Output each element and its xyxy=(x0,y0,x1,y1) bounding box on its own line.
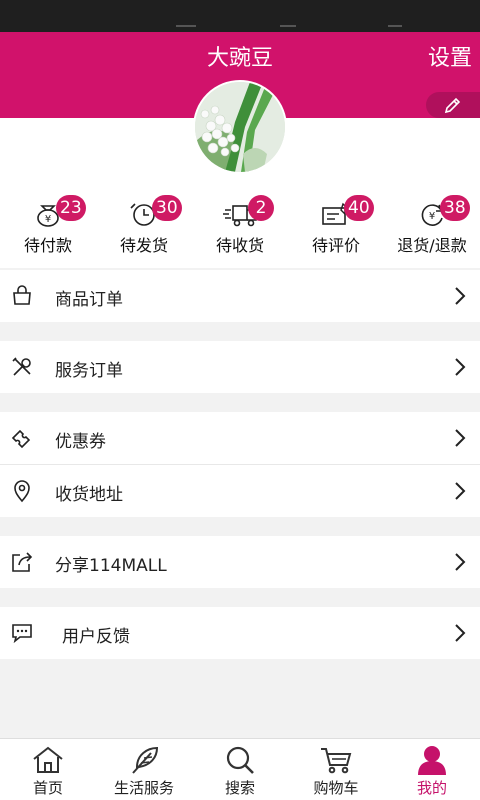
refund-label: 退货/退款 xyxy=(397,236,467,255)
order-status-bar: ¥ 23 待付款 30 待发货 2 待收货 40 待评价 ¥ 38 退货/退款 xyxy=(0,190,480,260)
pending-review-label: 待评价 xyxy=(311,236,360,255)
avatar[interactable] xyxy=(193,80,287,174)
avatar-image xyxy=(195,82,285,172)
pending-review-count: 40 xyxy=(344,195,374,221)
pending-shipment-label: 待发货 xyxy=(119,236,168,255)
menu-item-shipping-address[interactable]: 收货地址 xyxy=(0,465,480,517)
pencil-icon xyxy=(444,97,461,114)
pending-receipt-count: 2 xyxy=(248,195,274,221)
pending-shipment-count: 30 xyxy=(152,195,182,221)
settings-button[interactable]: 设置 xyxy=(428,40,472,72)
bottom-tab-bar: 首页 生活服务 搜索 购物车 我的 xyxy=(0,738,480,800)
user-icon xyxy=(418,746,446,775)
feather-icon xyxy=(132,746,159,774)
chevron-right-icon xyxy=(455,358,466,376)
svg-text:¥: ¥ xyxy=(429,211,435,222)
chevron-right-icon xyxy=(455,482,466,500)
order-status-refund[interactable]: ¥ 38 退货/退款 xyxy=(384,190,480,260)
svg-text:¥: ¥ xyxy=(45,214,51,225)
tab-label: 我的 xyxy=(416,779,447,797)
chevron-right-icon xyxy=(455,287,466,305)
tab-my-account[interactable]: 我的 xyxy=(384,739,480,800)
feedback-icon xyxy=(12,624,32,644)
cart-icon xyxy=(321,748,352,774)
pending-payment-count: 23 xyxy=(56,195,86,221)
menu-item-feedback[interactable]: 用户反馈 xyxy=(0,607,480,659)
share-icon xyxy=(12,552,33,572)
menu-item-label: 收货地址 xyxy=(55,485,123,505)
tab-label: 购物车 xyxy=(313,779,359,797)
tools-icon xyxy=(12,357,31,376)
menu-item-label: 商品订单 xyxy=(55,290,123,310)
home-icon xyxy=(33,746,63,773)
status-bar-mark xyxy=(176,25,196,27)
menu-item-label: 分享114MALL xyxy=(55,556,167,576)
menu-item-share[interactable]: 分享114MALL xyxy=(0,536,480,588)
order-status-pending-shipment[interactable]: 30 待发货 xyxy=(96,190,192,260)
search-icon xyxy=(226,746,254,774)
refund-count: 38 xyxy=(440,195,470,221)
pending-payment-label: 待付款 xyxy=(23,236,72,255)
shopping-bag-icon xyxy=(13,285,31,305)
chevron-right-icon xyxy=(455,429,466,447)
location-pin-icon xyxy=(14,480,30,503)
chevron-right-icon xyxy=(455,553,466,571)
menu-item-service-orders[interactable]: 服务订单 xyxy=(0,341,480,393)
tab-label: 搜索 xyxy=(224,779,255,797)
edit-profile-button[interactable] xyxy=(426,92,480,118)
user-name: 大豌豆 xyxy=(206,46,273,71)
order-status-pending-receipt[interactable]: 2 待收货 xyxy=(192,190,288,260)
pending-receipt-label: 待收货 xyxy=(215,236,264,255)
order-status-pending-payment[interactable]: ¥ 23 待付款 xyxy=(0,190,96,260)
tab-search[interactable]: 搜索 xyxy=(192,739,288,800)
tab-cart[interactable]: 购物车 xyxy=(288,739,384,800)
menu-item-label: 优惠券 xyxy=(55,432,106,452)
tab-home[interactable]: 首页 xyxy=(0,739,96,800)
status-bar-mark xyxy=(388,25,402,27)
order-status-pending-review[interactable]: 40 待评价 xyxy=(288,190,384,260)
tab-label: 生活服务 xyxy=(113,779,174,797)
menu-item-product-orders[interactable]: 商品订单 xyxy=(0,270,480,322)
tab-life-services[interactable]: 生活服务 xyxy=(96,739,192,800)
chevron-right-icon xyxy=(455,624,466,642)
menu-item-label: 用户反馈 xyxy=(62,627,130,647)
status-bar xyxy=(0,0,480,32)
tab-label: 首页 xyxy=(32,779,63,797)
coupon-icon xyxy=(11,429,31,449)
menu-item-label: 服务订单 xyxy=(55,361,123,381)
status-bar-mark xyxy=(280,25,296,27)
menu-item-coupons[interactable]: 优惠券 xyxy=(0,412,480,464)
